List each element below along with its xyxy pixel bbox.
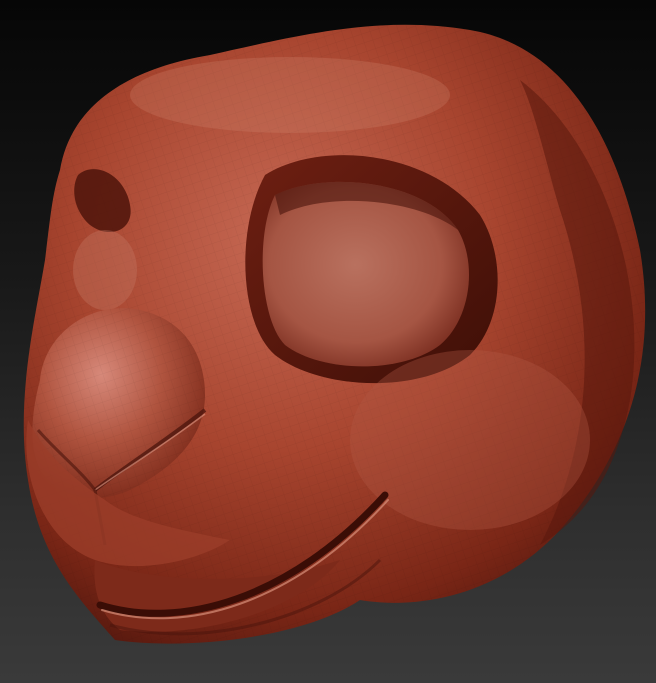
sculpt-viewport[interactable] [0, 0, 656, 683]
sculpt-canvas [23, 24, 646, 644]
